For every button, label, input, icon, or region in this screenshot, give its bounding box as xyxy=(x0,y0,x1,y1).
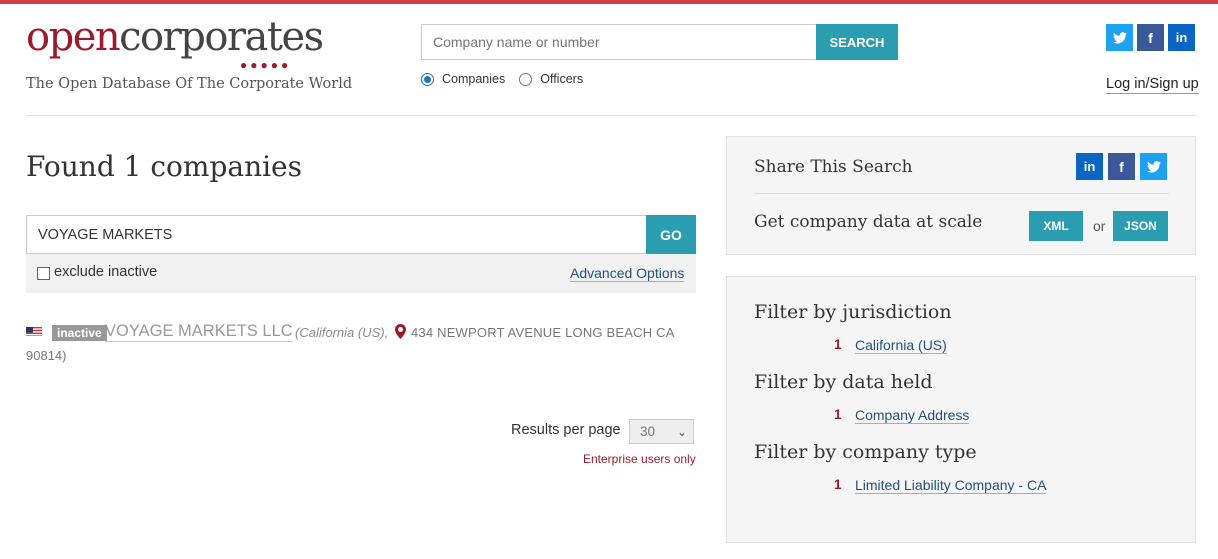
advanced-options-link[interactable]: Advanced Options xyxy=(570,265,685,282)
logo-corporates: corporates xyxy=(119,14,324,60)
share-title: Share This Search xyxy=(754,157,913,177)
radio-companies[interactable] xyxy=(421,72,434,86)
linkedin-icon[interactable]: in xyxy=(1168,24,1195,51)
company-link[interactable]: VOYAGE MARKETS LLC xyxy=(105,322,293,342)
search-type-radios: Companies Officers xyxy=(421,72,597,86)
filter-company-type-link[interactable]: Limited Liability Company - CA xyxy=(855,477,1047,494)
company-address-cont: 90814) xyxy=(26,348,67,363)
twitter-icon[interactable] xyxy=(1106,24,1133,51)
search-input[interactable] xyxy=(421,24,817,60)
filter-jurisdiction-count: 1 xyxy=(834,337,842,352)
exclude-inactive-checkbox[interactable] xyxy=(37,267,50,280)
filter-company-type-count: 1 xyxy=(834,477,842,492)
filter-data-held-count: 1 xyxy=(834,407,842,422)
filters-panel: Filter by jurisdiction 1 California (US)… xyxy=(726,276,1196,543)
share-facebook-icon[interactable]: f xyxy=(1108,153,1135,180)
share-twitter-icon[interactable] xyxy=(1140,153,1167,180)
logo-dots-icon: ●●●●● xyxy=(240,58,292,72)
share-divider xyxy=(754,193,1169,194)
logo[interactable]: opencorporates ●●●●● xyxy=(26,14,324,72)
status-badge: inactive xyxy=(52,325,107,341)
map-pin-icon xyxy=(395,324,406,339)
chevron-down-icon: ⌄ xyxy=(676,425,687,439)
share-panel: Share This Search in f Get company data … xyxy=(726,136,1196,255)
refine-search-panel: VOYAGE MARKETS GO exclude inactive Advan… xyxy=(26,215,696,293)
results-title: Found 1 companies xyxy=(26,150,302,183)
top-accent-bar xyxy=(0,0,1218,4)
search-button[interactable]: SEARCH xyxy=(816,24,898,60)
filter-data-held-title: Filter by data held xyxy=(754,371,933,393)
go-button[interactable]: GO xyxy=(646,215,696,254)
login-link[interactable]: Log in/Sign up xyxy=(1106,76,1199,94)
filter-jurisdiction-link[interactable]: California (US) xyxy=(855,337,947,354)
data-at-scale-label: Get company data at scale xyxy=(754,212,983,232)
radio-officers-label[interactable]: Officers xyxy=(540,72,583,86)
radio-officers[interactable] xyxy=(519,72,533,86)
query-input[interactable]: VOYAGE MARKETS xyxy=(26,215,647,254)
logo-open: open xyxy=(26,14,121,60)
or-text: or xyxy=(1093,218,1106,234)
company-jurisdiction: (California (US), xyxy=(295,325,389,340)
facebook-icon[interactable]: f xyxy=(1137,24,1164,51)
radio-companies-label[interactable]: Companies xyxy=(442,72,505,86)
enterprise-note: Enterprise users only xyxy=(583,452,696,466)
exclude-inactive-label[interactable]: exclude inactive xyxy=(54,264,157,280)
results-per-page-label: Results per page xyxy=(511,422,621,438)
filter-jurisdiction-title: Filter by jurisdiction xyxy=(754,301,952,323)
tagline: The Open Database Of The Corporate World xyxy=(26,76,353,92)
json-button[interactable]: JSON xyxy=(1113,211,1168,241)
share-linkedin-icon[interactable]: in xyxy=(1076,153,1103,180)
results-per-page-value: 30 xyxy=(640,424,656,439)
xml-button[interactable]: XML xyxy=(1029,211,1083,241)
company-address: 434 NEWPORT AVENUE LONG BEACH CA xyxy=(411,325,675,340)
us-flag-icon xyxy=(26,325,42,336)
results-per-page-select[interactable]: 30 ⌄ xyxy=(629,419,694,444)
filter-company-type-title: Filter by company type xyxy=(754,441,977,463)
header-divider xyxy=(26,115,1196,116)
filter-data-held-link[interactable]: Company Address xyxy=(855,407,970,424)
